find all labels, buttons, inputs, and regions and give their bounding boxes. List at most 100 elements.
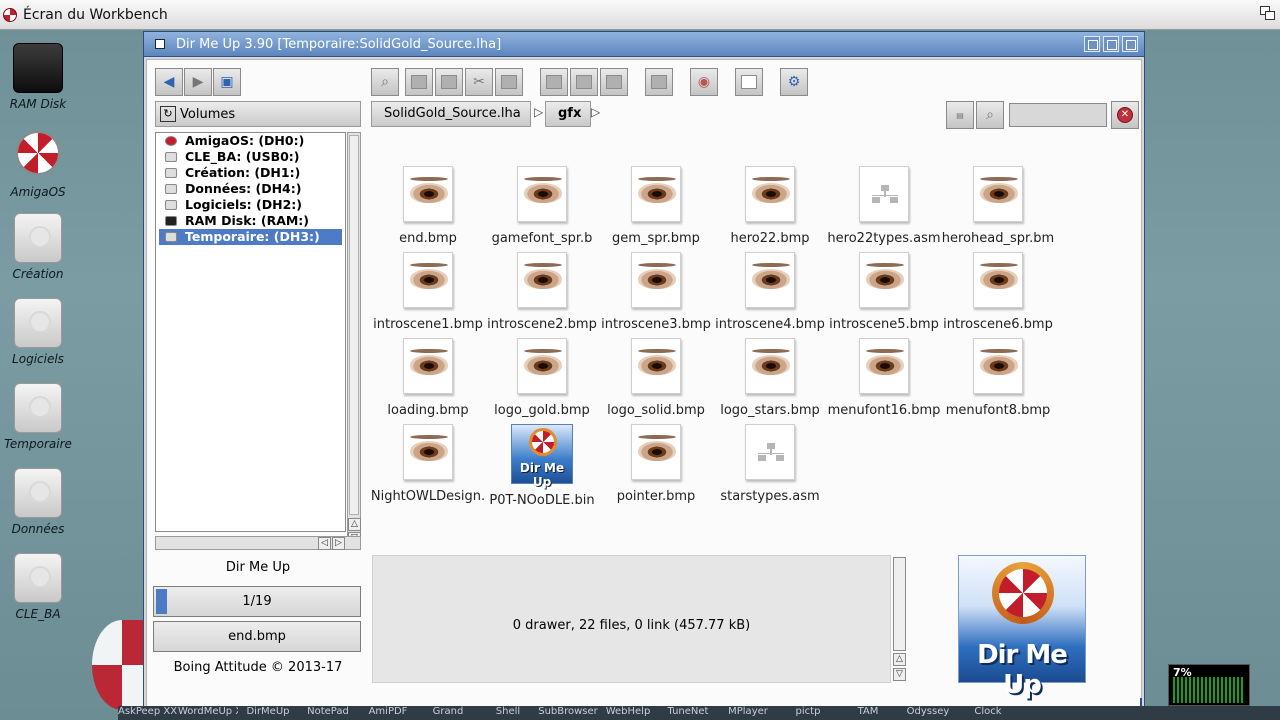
parent-button[interactable]: ▣ bbox=[213, 68, 241, 96]
file-item[interactable]: hero22types.asm bbox=[827, 166, 941, 252]
scroll-knob[interactable] bbox=[893, 557, 906, 651]
back-button[interactable]: ◀ bbox=[155, 68, 183, 96]
scroll-left-icon[interactable]: ◁ bbox=[318, 537, 331, 550]
forward-button[interactable]: ▶ bbox=[184, 68, 212, 96]
dock-item[interactable]: NotePad bbox=[298, 706, 358, 720]
file-item[interactable]: pointer.bmp bbox=[599, 424, 713, 510]
path-segment-folder[interactable]: gfx bbox=[545, 101, 591, 127]
delete-button[interactable] bbox=[645, 68, 673, 96]
dock-item[interactable]: Shell bbox=[478, 706, 538, 720]
volumes-vscrollbar[interactable]: △ ▽ bbox=[347, 132, 361, 546]
volume-item[interactable]: RAM Disk: (RAM:) bbox=[159, 213, 342, 229]
volume-item[interactable]: Données: (DH4:) bbox=[159, 181, 342, 197]
cut-button[interactable]: ✂ bbox=[465, 68, 493, 96]
desktop-icon-donnees[interactable]: Données bbox=[0, 468, 76, 536]
drive-icon bbox=[165, 200, 177, 210]
info-button[interactable] bbox=[570, 68, 598, 96]
file-item[interactable]: gem_spr.bmp bbox=[599, 166, 713, 252]
scroll-up-icon[interactable]: △ bbox=[893, 653, 906, 666]
file-item[interactable]: NightOWLDesign. bbox=[371, 424, 485, 510]
scroll-knob[interactable] bbox=[349, 135, 359, 515]
dock-item[interactable]: TAM bbox=[838, 706, 898, 720]
file-item[interactable]: herohead_spr.bm bbox=[941, 166, 1055, 252]
name-view-button[interactable] bbox=[735, 68, 763, 96]
amiga-boing-icon[interactable] bbox=[3, 7, 17, 22]
path-separator-icon: ▷ bbox=[591, 105, 601, 119]
volume-item[interactable]: CLE_BA: (USB0:) bbox=[159, 149, 342, 165]
screen-depth-icon[interactable] bbox=[1260, 6, 1276, 22]
preview-button[interactable]: ◉ bbox=[690, 68, 718, 96]
window-title-bar[interactable]: Dir Me Up 3.90 [Temporaire:SolidGold_Sou… bbox=[144, 32, 1144, 57]
file-item[interactable]: introscene1.bmp bbox=[371, 252, 485, 338]
scroll-down-icon[interactable]: ▽ bbox=[893, 668, 906, 681]
dock-item[interactable]: AskPeep XXL bbox=[118, 706, 178, 720]
file-item[interactable]: gamefont_spr.b bbox=[485, 166, 599, 252]
image-file-icon bbox=[517, 338, 567, 394]
filter-button[interactable]: ▤ bbox=[946, 101, 974, 129]
dock-item[interactable]: pictp bbox=[778, 706, 838, 720]
dock-item[interactable]: WebHelp bbox=[598, 706, 658, 720]
dock-item[interactable]: Grand bbox=[418, 706, 478, 720]
volumes-list[interactable]: AmigaOS: (DH0:) CLE_BA: (USB0:) Création… bbox=[155, 132, 346, 532]
file-item[interactable]: introscene6.bmp bbox=[941, 252, 1055, 338]
file-item[interactable]: starstypes.asm bbox=[713, 424, 827, 510]
file-item[interactable]: logo_gold.bmp bbox=[485, 338, 599, 424]
iconify-icon[interactable] bbox=[1084, 36, 1100, 52]
new-drawer-button[interactable] bbox=[405, 68, 433, 96]
desktop-icon-temporaire[interactable]: Temporaire bbox=[0, 383, 76, 451]
file-item[interactable]: menufont16.bmp bbox=[827, 338, 941, 424]
filter-input[interactable] bbox=[1009, 103, 1107, 127]
eye-thumbnail bbox=[980, 349, 1018, 375]
desktop-icon-logiciels[interactable]: Logiciels bbox=[0, 298, 76, 366]
file-item[interactable]: introscene2.bmp bbox=[485, 252, 599, 338]
copy-button[interactable] bbox=[435, 68, 463, 96]
volume-item[interactable]: Logiciels: (DH2:) bbox=[159, 197, 342, 213]
file-item[interactable]: introscene4.bmp bbox=[713, 252, 827, 338]
archive-button[interactable] bbox=[600, 68, 628, 96]
dock-item[interactable]: Odyssey bbox=[898, 706, 958, 720]
file-item[interactable]: end.bmp bbox=[371, 166, 485, 252]
file-item[interactable]: menufont8.bmp bbox=[941, 338, 1055, 424]
dock-item[interactable]: DirMeUp bbox=[238, 706, 298, 720]
find-button[interactable]: ⌕ bbox=[976, 101, 1004, 129]
status-vscrollbar[interactable]: △ ▽ bbox=[892, 555, 908, 683]
file-item[interactable]: hero22.bmp bbox=[713, 166, 827, 252]
depth-icon[interactable] bbox=[1122, 36, 1138, 52]
dock-item[interactable]: Clock bbox=[958, 706, 1018, 720]
file-item[interactable]: logo_solid.bmp bbox=[599, 338, 713, 424]
dir-me-up-app-icon: Dir Me Up bbox=[511, 424, 573, 489]
dock-item[interactable]: AmiPDF bbox=[358, 706, 418, 720]
clear-filter-button[interactable]: ✕ bbox=[1111, 101, 1139, 129]
volume-item-selected[interactable]: Temporaire: (DH3:) bbox=[159, 229, 342, 245]
file-item[interactable]: introscene5.bmp bbox=[827, 252, 941, 338]
file-item[interactable]: logo_stars.bmp bbox=[713, 338, 827, 424]
dock-item[interactable]: TuneNet bbox=[658, 706, 718, 720]
rename-button[interactable] bbox=[540, 68, 568, 96]
desktop-icon-ramdisk[interactable]: RAM Disk bbox=[0, 43, 76, 111]
zoom-icon[interactable] bbox=[1103, 36, 1119, 52]
search-button[interactable]: ⌕ bbox=[371, 68, 399, 96]
current-file-field[interactable]: end.bmp bbox=[153, 621, 361, 652]
cpuinfo-docky[interactable]: 7% bbox=[1168, 664, 1250, 706]
desktop-icon-cle-ba[interactable]: CLE_BA bbox=[0, 553, 76, 621]
paste-button[interactable] bbox=[495, 68, 523, 96]
desktop-icon-creation[interactable]: Création bbox=[0, 213, 76, 281]
file-item[interactable]: Dir Me Up P0T-NOoDLE.bin bbox=[485, 424, 599, 510]
desktop-icon-amigaos[interactable]: AmigaOS bbox=[0, 128, 76, 199]
file-item[interactable]: loading.bmp bbox=[371, 338, 485, 424]
eye-preview-icon: ◉ bbox=[697, 74, 711, 90]
drive-icon bbox=[14, 213, 62, 263]
dock-item[interactable]: SubBrowser bbox=[538, 706, 598, 720]
scroll-right-icon[interactable]: ▷ bbox=[332, 537, 345, 550]
prefs-button[interactable]: ⚙ bbox=[780, 68, 808, 96]
close-icon[interactable] bbox=[155, 39, 165, 49]
volume-item[interactable]: Création: (DH1:) bbox=[159, 165, 342, 181]
file-item[interactable]: introscene3.bmp bbox=[599, 252, 713, 338]
volumes-cycle[interactable]: ↻ Volumes bbox=[155, 101, 361, 127]
dock-item[interactable]: WordMeUp X bbox=[178, 706, 238, 720]
volume-item[interactable]: AmigaOS: (DH0:) bbox=[159, 133, 342, 149]
volumes-hscrollbar[interactable]: ◁ ▷ bbox=[155, 536, 361, 550]
scroll-up-icon[interactable]: △ bbox=[348, 518, 361, 531]
path-segment-archive[interactable]: SolidGold_Source.lha bbox=[371, 101, 531, 127]
dock-item[interactable]: MPlayer bbox=[718, 706, 778, 720]
